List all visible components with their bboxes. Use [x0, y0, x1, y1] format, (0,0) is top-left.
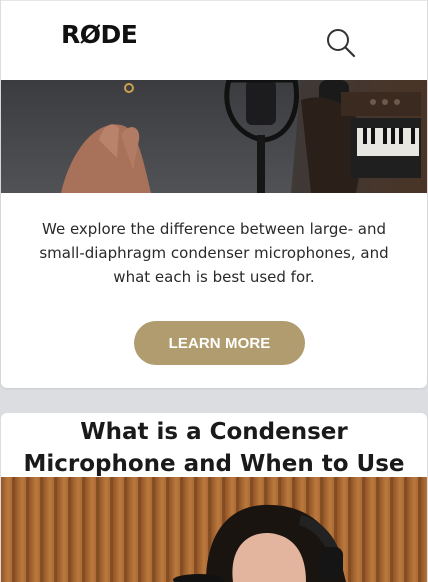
search-icon [327, 29, 356, 58]
promo-description: We explore the difference between large-… [39, 220, 389, 286]
article-hero-image [1, 477, 427, 582]
learn-more-button[interactable]: LEARN MORE [134, 321, 305, 365]
search-button[interactable] [325, 27, 357, 59]
promo-card: We explore the difference between large-… [1, 80, 427, 388]
site-header: RØDE [1, 0, 427, 80]
article-card[interactable]: What is a Condenser Microphone and When … [1, 413, 427, 582]
rode-logo[interactable]: RØDE [61, 20, 138, 49]
promo-hero-image [1, 80, 427, 193]
